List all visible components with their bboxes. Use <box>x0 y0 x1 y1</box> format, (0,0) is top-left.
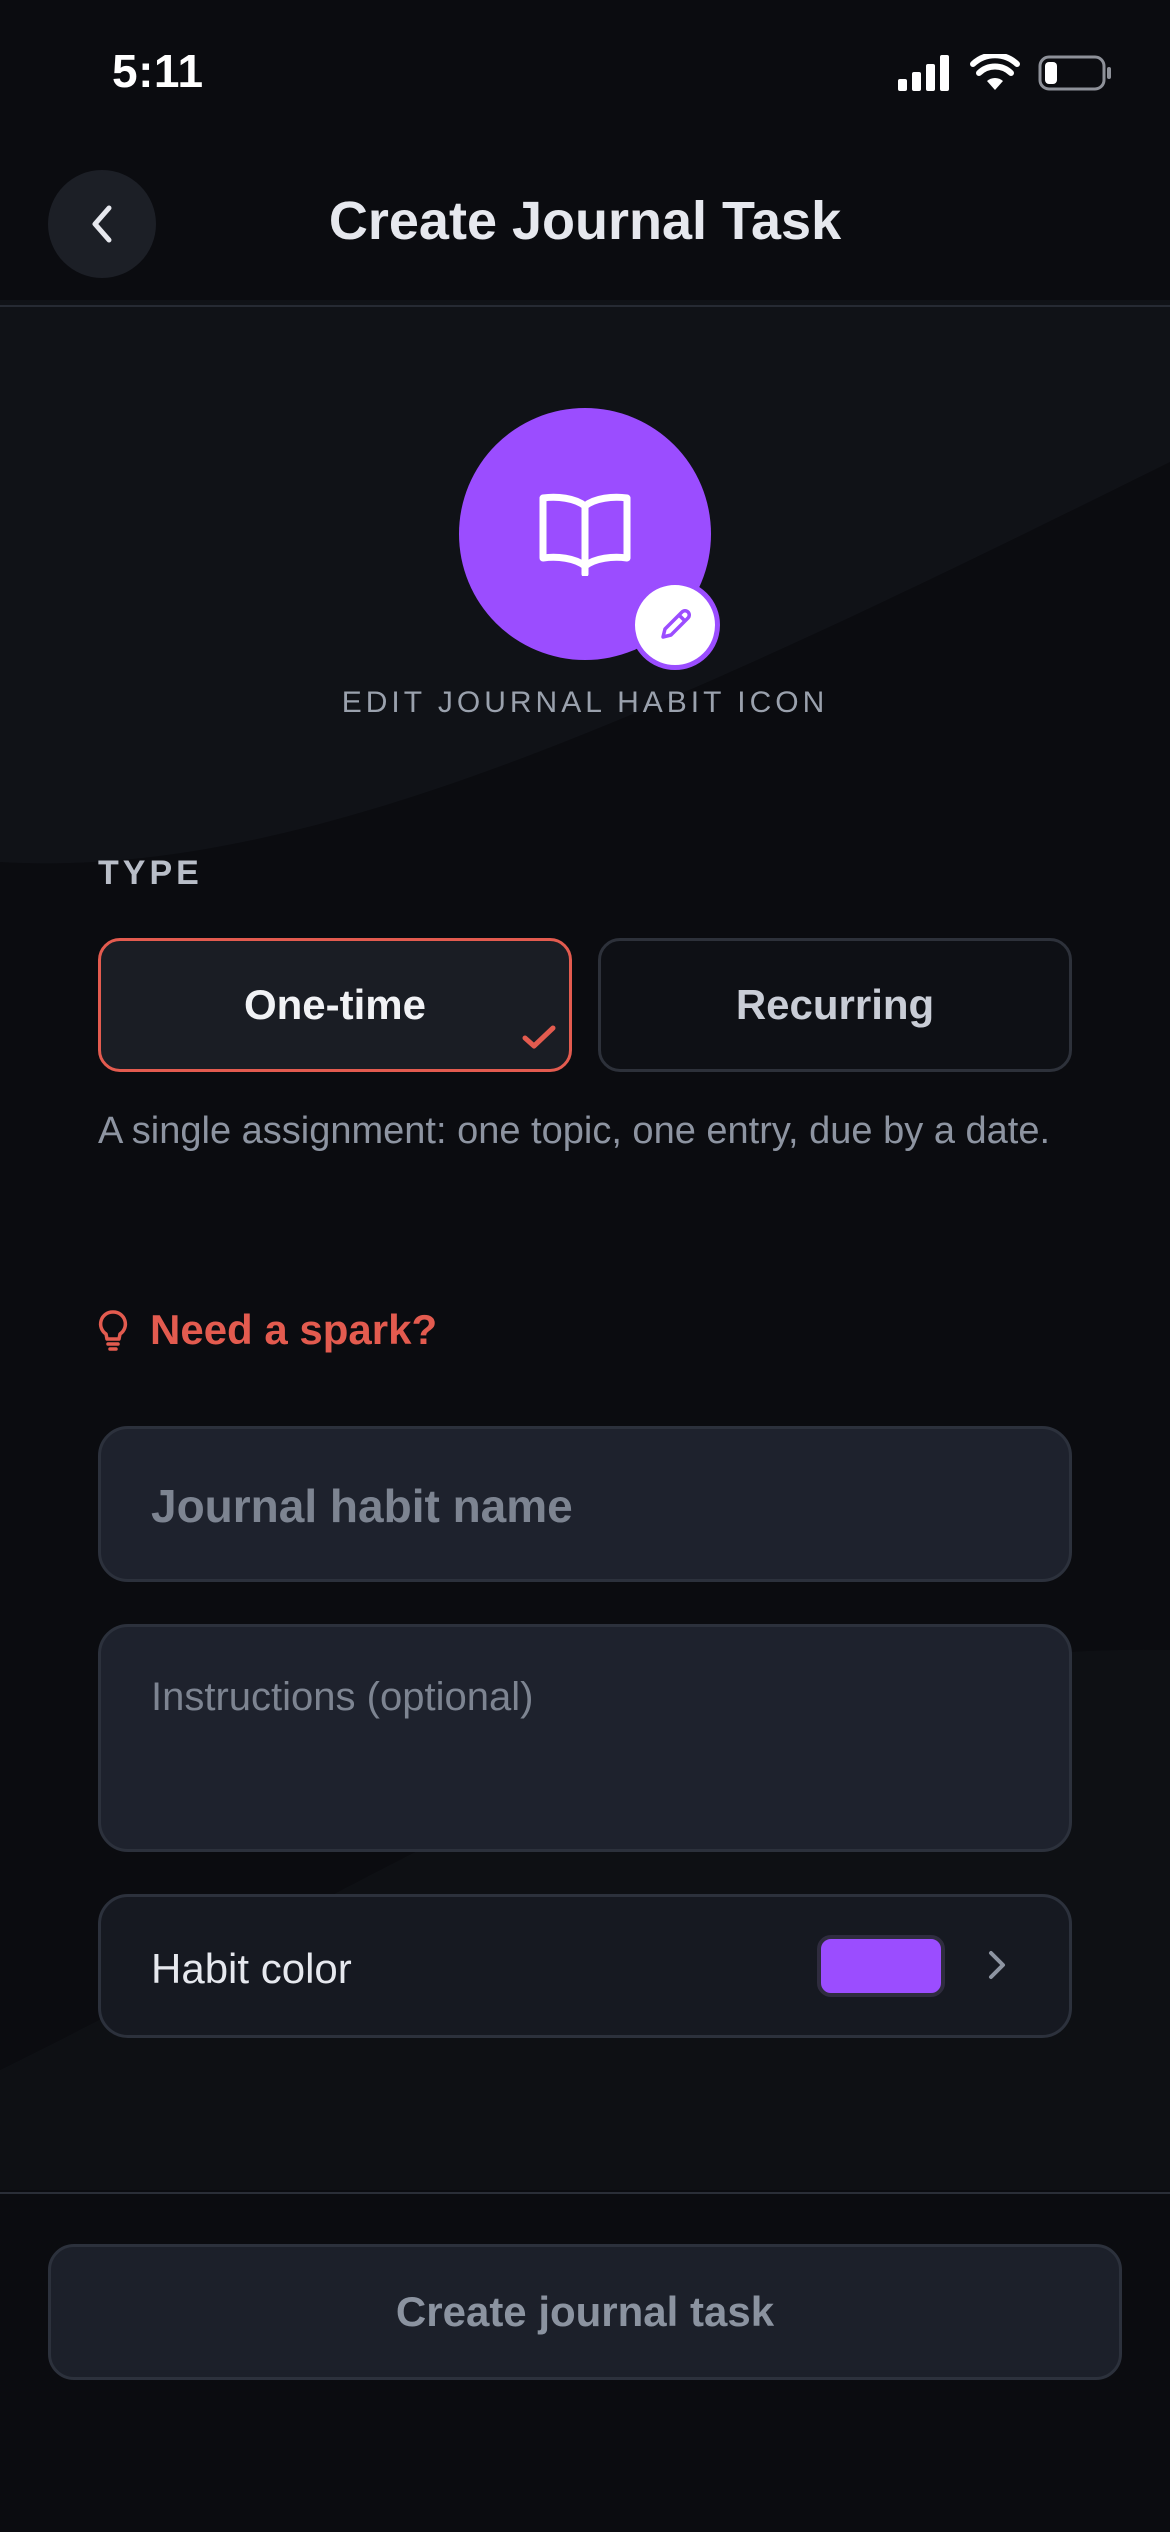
habit-color-label: Habit color <box>151 1945 352 1992</box>
chevron-right-icon <box>989 1951 1005 1979</box>
habit-name-input[interactable]: Journal habit name <box>98 1426 1072 1582</box>
create-journal-task-button[interactable]: Create journal task <box>48 2244 1122 2380</box>
type-section-label: TYPE <box>98 854 203 892</box>
lightbulb-icon <box>98 1310 128 1351</box>
header-divider <box>0 305 1170 307</box>
spark-label: Need a spark? <box>150 1306 438 1353</box>
status-time: 5:11 <box>112 45 204 97</box>
book-icon <box>539 493 631 576</box>
create-button-label: Create journal task <box>395 2288 775 2335</box>
type-option-recurring[interactable]: Recurring <box>598 938 1072 1072</box>
instructions-input[interactable]: Instructions (optional) <box>98 1624 1072 1852</box>
page-title: Create Journal Task <box>328 191 842 251</box>
type-option-one-time[interactable]: One-time <box>98 938 572 1072</box>
edit-icon-button[interactable] <box>630 580 720 670</box>
spark-link[interactable]: Need a spark? <box>98 1306 437 1354</box>
habit-color-swatch <box>817 1935 945 1997</box>
background-wave <box>0 300 1170 2190</box>
edit-icon-label: EDIT JOURNAL HABIT ICON <box>341 686 829 719</box>
type-option-label: One-time <box>243 981 427 1028</box>
pencil-icon <box>661 609 691 639</box>
footer-divider <box>0 2192 1170 2194</box>
type-description: A single assignment: one topic, one entr… <box>98 1110 1051 1152</box>
battery-icon <box>1038 55 1111 91</box>
habit-color-row[interactable]: Habit color <box>98 1894 1072 2038</box>
type-option-label: Recurring <box>735 981 935 1028</box>
wifi-icon <box>970 54 1020 90</box>
status-icons <box>898 54 1112 92</box>
instructions-placeholder: Instructions (optional) <box>151 1675 534 1719</box>
cellular-signal-icon <box>898 55 949 91</box>
check-icon <box>522 1025 556 1049</box>
habit-name-placeholder: Journal habit name <box>151 1480 573 1532</box>
